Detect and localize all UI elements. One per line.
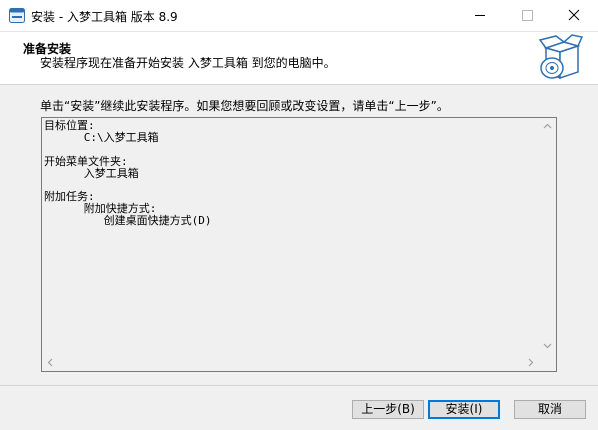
setup-box-disc-icon xyxy=(538,34,584,82)
maximize-icon xyxy=(522,10,533,21)
close-button[interactable] xyxy=(552,0,596,31)
scroll-up-arrow-icon[interactable] xyxy=(539,118,556,135)
memo-text: 目标位置: C:\入梦工具箱 开始菜单文件夹: 入梦工具箱 附加任务: 附加快捷… xyxy=(44,119,212,228)
scroll-left-arrow-icon[interactable] xyxy=(42,354,59,371)
instruction-text: 单击“安装”继续此安装程序。如果您想要回顾或改变设置，请单击“上一步”。 xyxy=(40,99,449,113)
title-bar: 安装 - 入梦工具箱 版本 8.9 xyxy=(0,0,598,32)
maximize-button[interactable] xyxy=(505,0,549,31)
scrollbar-corner xyxy=(539,354,556,371)
scroll-right-arrow-icon[interactable] xyxy=(522,354,539,371)
ready-memo[interactable]: 目标位置: C:\入梦工具箱 开始菜单文件夹: 入梦工具箱 附加任务: 附加快捷… xyxy=(41,117,557,372)
window-title: 安装 - 入梦工具箱 版本 8.9 xyxy=(31,10,178,24)
installer-app-icon xyxy=(9,8,25,23)
minimize-button[interactable] xyxy=(458,0,502,31)
close-icon xyxy=(568,9,580,21)
wizard-header: 准备安装 安装程序现在准备开始安装 入梦工具箱 到您的电脑中。 xyxy=(0,32,598,85)
back-button[interactable]: 上一步(B) xyxy=(352,400,424,419)
footer-divider xyxy=(0,385,598,386)
scroll-down-arrow-icon[interactable] xyxy=(539,337,556,354)
install-button[interactable]: 安装(I) xyxy=(428,400,500,419)
vertical-scrollbar[interactable] xyxy=(539,118,556,354)
cancel-button[interactable]: 取消 xyxy=(514,400,586,419)
page-subtitle: 安装程序现在准备开始安装 入梦工具箱 到您的电脑中。 xyxy=(40,56,336,70)
horizontal-scrollbar[interactable] xyxy=(42,354,539,371)
minimize-icon xyxy=(475,15,485,16)
